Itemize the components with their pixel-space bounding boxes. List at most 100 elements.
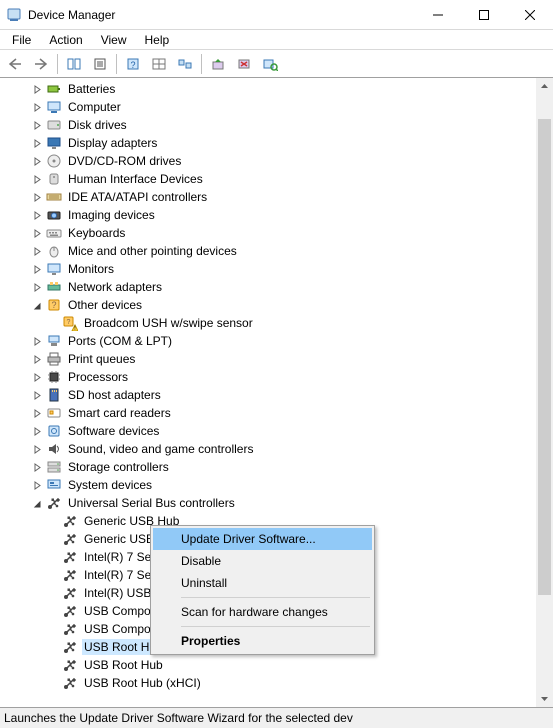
status-text: Launches the Update Driver Software Wiza… <box>4 711 353 725</box>
context-menu-item[interactable]: Scan for hardware changes <box>153 601 372 623</box>
tree-node[interactable]: Ports (COM & LPT) <box>4 332 536 350</box>
collapse-icon[interactable] <box>30 496 44 510</box>
menu-action[interactable]: Action <box>41 31 90 49</box>
back-button[interactable] <box>3 53 27 75</box>
svg-text:!: ! <box>74 326 76 331</box>
tree-node[interactable]: Mice and other pointing devices <box>4 242 536 260</box>
tree-node-label: Disk drives <box>66 117 129 133</box>
tree-node[interactable]: Monitors <box>4 260 536 278</box>
expand-icon[interactable] <box>30 82 44 96</box>
usb-icon <box>62 621 78 637</box>
tree-node[interactable]: Sound, video and game controllers <box>4 440 536 458</box>
menu-help[interactable]: Help <box>137 31 178 49</box>
devices-by-connection-button[interactable] <box>173 53 197 75</box>
expand-icon[interactable] <box>30 262 44 276</box>
cpu-icon <box>46 369 62 385</box>
scrollbar-track[interactable] <box>536 95 553 690</box>
tree-node-label: Human Interface Devices <box>66 171 205 187</box>
expand-icon[interactable] <box>30 370 44 384</box>
tree-node[interactable]: Computer <box>4 98 536 116</box>
menu-view[interactable]: View <box>93 31 135 49</box>
tree-node[interactable]: System devices <box>4 476 536 494</box>
expand-icon[interactable] <box>30 136 44 150</box>
other-warn-icon: ?! <box>62 315 78 331</box>
expand-icon[interactable] <box>30 190 44 204</box>
uninstall-button[interactable] <box>232 53 256 75</box>
maximize-button[interactable] <box>461 0 507 30</box>
expand-icon[interactable] <box>30 406 44 420</box>
tree-node-label: System devices <box>66 477 154 493</box>
system-icon <box>46 477 62 493</box>
tree-node[interactable]: Network adapters <box>4 278 536 296</box>
tree-node[interactable]: Disk drives <box>4 116 536 134</box>
expand-icon[interactable] <box>30 208 44 222</box>
close-button[interactable] <box>507 0 553 30</box>
minimize-button[interactable] <box>415 0 461 30</box>
printer-icon <box>46 351 62 367</box>
tree-node[interactable]: Smart card readers <box>4 404 536 422</box>
tree-node[interactable]: Processors <box>4 368 536 386</box>
update-driver-button[interactable] <box>206 53 230 75</box>
vertical-scrollbar[interactable] <box>536 78 553 707</box>
expand-icon[interactable] <box>30 460 44 474</box>
expand-icon[interactable] <box>30 424 44 438</box>
tree-node[interactable]: IDE ATA/ATAPI controllers <box>4 188 536 206</box>
tree-node-label: Mice and other pointing devices <box>66 243 239 259</box>
context-menu-item[interactable]: Uninstall <box>153 572 372 594</box>
tree-node[interactable]: Universal Serial Bus controllers <box>4 494 536 512</box>
tree-node[interactable]: USB Root Hub <box>4 656 536 674</box>
context-menu-item[interactable]: Properties <box>153 630 372 652</box>
expand-icon[interactable] <box>30 118 44 132</box>
svg-text:?: ? <box>130 60 135 70</box>
expand-icon[interactable] <box>30 478 44 492</box>
expand-icon[interactable] <box>30 244 44 258</box>
help-button[interactable]: ? <box>121 53 145 75</box>
expand-icon[interactable] <box>30 280 44 294</box>
imaging-icon <box>46 207 62 223</box>
tree-node[interactable]: Imaging devices <box>4 206 536 224</box>
tree-node[interactable]: ?!Broadcom USH w/swipe sensor <box>4 314 536 332</box>
context-menu[interactable]: Update Driver Software...DisableUninstal… <box>150 525 375 655</box>
scan-hardware-button[interactable] <box>258 53 282 75</box>
expand-icon[interactable] <box>30 226 44 240</box>
expand-icon[interactable] <box>30 172 44 186</box>
tree-node[interactable]: Batteries <box>4 80 536 98</box>
view-options-button[interactable] <box>147 53 171 75</box>
tree-node[interactable]: Display adapters <box>4 134 536 152</box>
expand-icon[interactable] <box>30 334 44 348</box>
toolbar-separator <box>201 54 202 74</box>
tree-node[interactable]: ?Other devices <box>4 296 536 314</box>
context-menu-item[interactable]: Update Driver Software... <box>153 528 372 550</box>
expand-icon[interactable] <box>30 352 44 366</box>
expand-icon[interactable] <box>30 100 44 114</box>
tree-node[interactable]: SD host adapters <box>4 386 536 404</box>
usb-icon <box>62 657 78 673</box>
ide-icon <box>46 189 62 205</box>
expand-icon[interactable] <box>30 442 44 456</box>
properties-button[interactable] <box>88 53 112 75</box>
expand-icon[interactable] <box>30 154 44 168</box>
show-hide-console-tree-button[interactable] <box>62 53 86 75</box>
collapse-icon[interactable] <box>30 298 44 312</box>
scroll-up-button[interactable] <box>536 78 553 95</box>
expand-icon[interactable] <box>30 388 44 402</box>
tree-node[interactable]: Print queues <box>4 350 536 368</box>
menu-file[interactable]: File <box>4 31 39 49</box>
dvd-icon <box>46 153 62 169</box>
tree-node[interactable]: USB Root Hub (xHCI) <box>4 674 536 692</box>
toolbar-separator <box>116 54 117 74</box>
tree-node[interactable]: Storage controllers <box>4 458 536 476</box>
tree-node-label: Smart card readers <box>66 405 173 421</box>
monitor-icon <box>46 261 62 277</box>
tree-node[interactable]: Keyboards <box>4 224 536 242</box>
forward-button[interactable] <box>29 53 53 75</box>
disk-icon <box>46 117 62 133</box>
context-menu-item[interactable]: Disable <box>153 550 372 572</box>
tree-node[interactable]: Software devices <box>4 422 536 440</box>
tree-node-label: Computer <box>66 99 123 115</box>
scroll-down-button[interactable] <box>536 690 553 707</box>
scrollbar-thumb[interactable] <box>538 119 551 595</box>
svg-text:?: ? <box>51 300 56 310</box>
tree-node[interactable]: DVD/CD-ROM drives <box>4 152 536 170</box>
tree-node[interactable]: Human Interface Devices <box>4 170 536 188</box>
